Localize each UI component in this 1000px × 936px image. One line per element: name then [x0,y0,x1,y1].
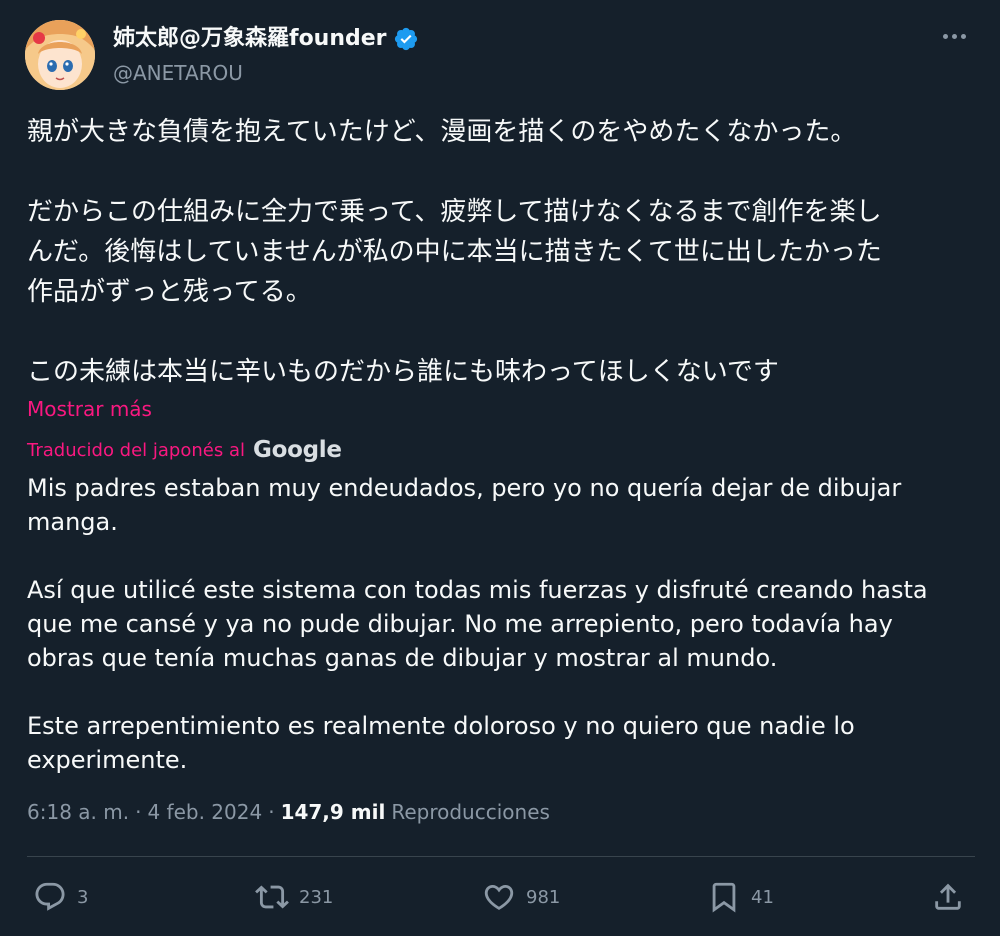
tweet-date[interactable]: 4 feb. 2024 [147,800,262,824]
tweet-line: 作品がずっと残ってる。 [27,277,312,307]
more-options-icon[interactable] [937,22,971,50]
translated-line: experimente. [27,746,188,774]
heart-icon [484,884,514,910]
verified-badge-icon [394,27,417,51]
tweet-time[interactable]: 6:18 a. m. [27,800,129,824]
translated-line: Este arrepentimiento es realmente doloro… [27,712,855,740]
action-bar: 3 231 981 41 [27,874,975,920]
divider [27,856,975,857]
display-name-row[interactable]: 姉太郎@万象森羅founder [113,24,419,54]
tweet-body: 親が大きな負債を抱えていたけど、漫画を描くのをやめたくなかった。 だからこの仕組… [27,112,977,777]
bookmark-icon [712,882,736,913]
reply-count: 3 [77,886,89,908]
tweet-line: この未練は本当に辛いものだから誰にも味わってほしくないです [27,357,779,387]
reply-button[interactable]: 3 [33,874,88,920]
translated-line: que me cansé y ya no pude dibujar. No me… [27,610,893,638]
share-button[interactable] [931,874,965,920]
repost-icon [255,885,289,909]
bookmark-button[interactable]: 41 [707,874,774,920]
views-count[interactable]: 147,9 mil [281,800,386,824]
translated-line: obras que tenía muchas ganas de dibujar … [27,644,778,672]
share-icon [935,883,961,910]
bookmark-count: 41 [751,886,774,908]
show-more-link[interactable]: Mostrar más [27,397,152,421]
translated-text: Mis padres estaban muy endeudados, pero … [27,471,977,777]
translated-line: Así que utilicé este sistema con todas m… [27,576,928,604]
translated-by-label[interactable]: Traducido del japonés al [27,440,245,461]
tweet-line: んだ。後悔はしていませんが私の中に本当に描きたくて世に出したかった [27,237,882,267]
tweet-meta: 6:18 a. m. · 4 feb. 2024 · 147,9 mil Rep… [27,800,550,824]
translated-line: Mis padres estaban muy endeudados, pero … [27,474,902,502]
tweet-line: 親が大きな負債を抱えていたけど、漫画を描くのをやめたくなかった。 [27,117,857,147]
tweet-header: 姉太郎@万象森羅founder @ANETAROU [25,20,975,90]
avatar-illustration [25,20,95,90]
avatar[interactable] [25,20,95,90]
display-name[interactable]: 姉太郎@万象森羅founder [113,24,387,54]
views-label: Reproducciones [391,800,550,824]
reply-icon [35,882,65,911]
translated-line: manga. [27,508,118,536]
translation-attribution: Traducido del japonés al Google [27,435,977,465]
user-handle[interactable]: @ANETAROU [113,58,419,88]
repost-count: 231 [299,886,334,908]
like-button[interactable]: 981 [482,874,560,920]
meta-separator: · [268,800,275,824]
meta-separator: · [135,800,142,824]
tweet-line: だからこの仕組みに全力で乗って、疲弊して描けなくなるまで創作を楽し [27,197,882,227]
like-count: 981 [526,886,561,908]
repost-button[interactable]: 231 [255,874,333,920]
google-logo: Google [252,437,342,463]
